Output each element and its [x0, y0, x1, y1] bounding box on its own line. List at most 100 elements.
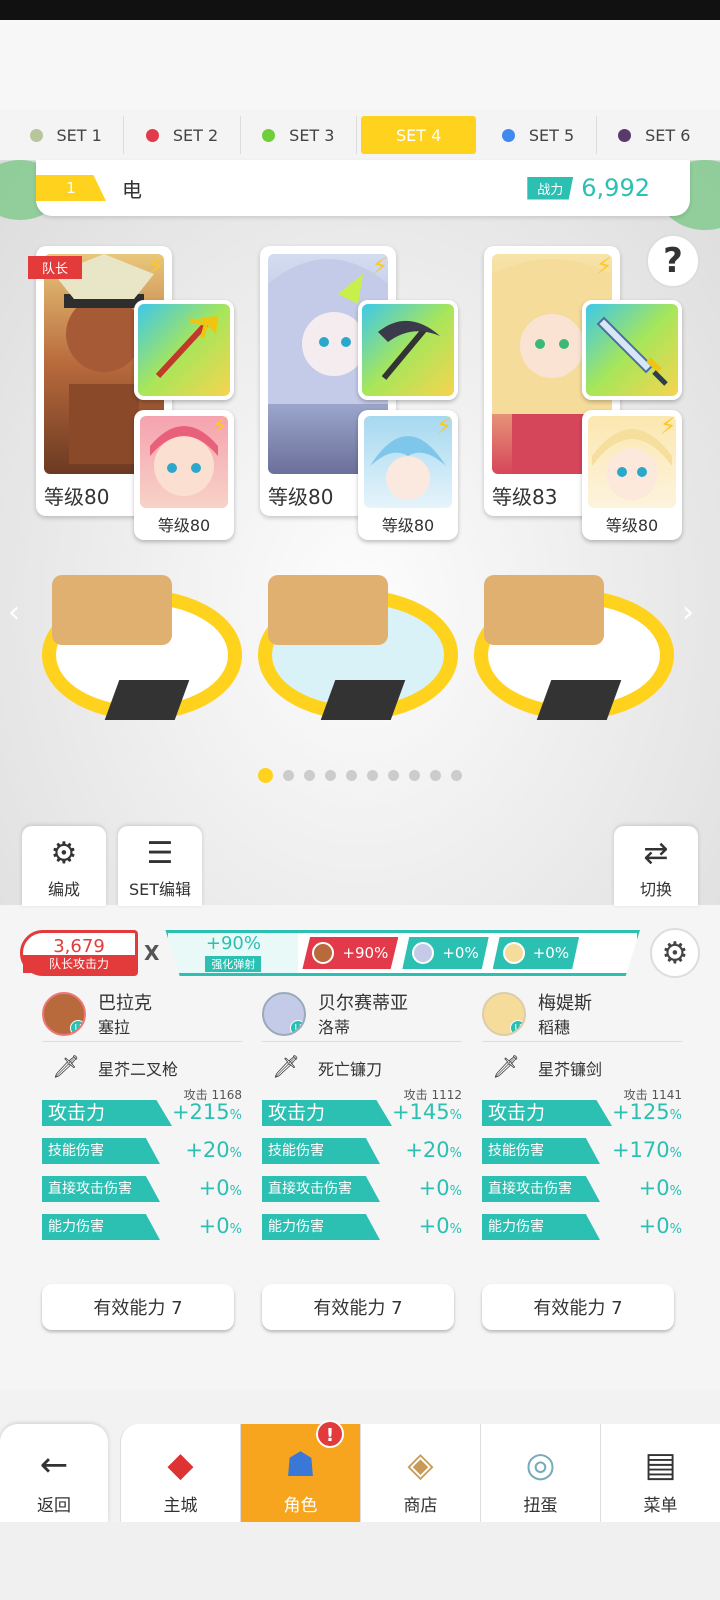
page-dot[interactable]	[409, 770, 420, 781]
avatar[interactable]: U	[262, 992, 306, 1036]
nav-city[interactable]: ◆ 主城	[120, 1424, 240, 1522]
support-level: 等级80	[157, 516, 211, 535]
weapon-name: 星芥二叉枪	[98, 1060, 179, 1079]
stat-row-attack: 攻击 1168 攻击力 +215%	[42, 1088, 242, 1130]
character-face-icon	[502, 942, 525, 964]
tab-set-3[interactable]: SET 3	[241, 116, 357, 154]
stat-row-ability: 能力伤害 +0%	[42, 1208, 242, 1244]
team-name[interactable]: 电	[122, 174, 142, 203]
stat-label: 攻击力	[482, 1100, 612, 1126]
nav-shop[interactable]: ◈ 商店	[360, 1424, 480, 1522]
effective-ability-button-2[interactable]: 有效能力 7	[262, 1284, 454, 1330]
column-header: U 梅媞斯 稻穗	[482, 992, 682, 1042]
page-dot[interactable]	[451, 770, 462, 781]
set-6-dot	[618, 128, 632, 142]
tab-set-2[interactable]: SET 2	[124, 116, 241, 154]
scythe-icon	[378, 320, 440, 380]
nav-character[interactable]: ! ☗ 角色	[240, 1420, 360, 1522]
set-3-dot	[262, 128, 276, 142]
tab-set-4[interactable]: SET 4	[360, 116, 477, 154]
boost-label: 强化弹射	[205, 956, 262, 972]
tab-set-4-label: SET 4	[395, 125, 442, 145]
weapon-row: 🗡 星芥镰剑	[482, 1052, 682, 1084]
effective-ability-button-3[interactable]: 有效能力 7	[482, 1284, 674, 1330]
lightning-icon: ⚡	[595, 252, 613, 280]
page-indicator	[0, 768, 720, 783]
stat-unit: %	[449, 1146, 462, 1161]
nav-character-label: 角色	[283, 1496, 318, 1516]
page-dot[interactable]	[430, 770, 441, 781]
system-bar	[0, 1522, 720, 1600]
tab-set-6[interactable]: SET 6	[597, 116, 712, 154]
stat-row-direct: 直接攻击伤害 +0%	[482, 1170, 682, 1206]
tab-set-5[interactable]: SET 5	[480, 116, 597, 154]
set-1-dot	[29, 128, 43, 142]
stat-number: +145	[391, 1100, 450, 1124]
stat-unit: %	[229, 1222, 242, 1237]
character-name: 梅媞斯	[538, 993, 592, 1014]
support-level: 等级80	[381, 516, 435, 535]
stat-value: +215%	[172, 1100, 242, 1124]
tab-set-1[interactable]: SET 1	[8, 116, 125, 154]
support-card-1[interactable]: ⚡ 等级80	[134, 410, 234, 540]
stat-label: 能力伤害	[482, 1214, 600, 1240]
stat-label: 技能伤害	[262, 1138, 380, 1164]
effective-ability-button-1[interactable]: 有效能力 7	[42, 1284, 234, 1330]
nav-menu[interactable]: ▤ 菜单	[600, 1424, 720, 1522]
weapon-icon: 🗡	[272, 1055, 300, 1080]
stat-row-attack: 攻击 1112 攻击力 +145%	[262, 1088, 462, 1130]
question-icon: ?	[663, 241, 683, 281]
prev-arrow-icon[interactable]: ‹	[8, 595, 38, 630]
stats-column-1: U 巴拉克 塞拉 🗡 星芥二叉枪 攻击 1168 攻击力 +215% 技能伤害 +…	[42, 992, 242, 1244]
team-power: 战力 6,992	[527, 174, 650, 202]
boost-main: +90% 强化弹射	[168, 933, 299, 973]
stat-value: +0%	[419, 1214, 462, 1238]
weapon-slot-3[interactable]	[582, 300, 682, 400]
nav-menu-label: 菜单	[643, 1496, 678, 1516]
weapon-slot-2[interactable]	[358, 300, 458, 400]
weapon-slot-1[interactable]	[134, 300, 234, 400]
back-label: 返回	[37, 1496, 71, 1516]
stat-label: 直接攻击伤害	[482, 1176, 600, 1202]
set-edit-button[interactable]: ☰ SET编辑	[118, 826, 202, 906]
avatar[interactable]: U	[482, 992, 526, 1036]
boost-value: +90%	[205, 933, 261, 954]
weapon-icon: 🗡	[52, 1055, 80, 1080]
leader-attack: 3,679 队长攻击力	[20, 930, 138, 976]
stat-row-skill: 技能伤害 +20%	[262, 1132, 462, 1168]
back-arrow-icon: ←	[39, 1445, 69, 1485]
page-dot[interactable]	[367, 770, 378, 781]
pixel-pillar	[52, 575, 172, 645]
stat-number: +0	[638, 1214, 670, 1238]
settings-button[interactable]: ⚙	[650, 928, 700, 978]
team-number: 1	[36, 175, 106, 201]
support-card-3[interactable]: ⚡ 等级80	[582, 410, 682, 540]
switch-button[interactable]: ⇄ 切换	[614, 826, 698, 906]
weapon-name: 星芥镰剑	[538, 1060, 603, 1079]
lightning-icon: ⚡	[371, 252, 389, 280]
avatar[interactable]: U	[42, 992, 86, 1036]
formation-button[interactable]: ⚙ 编成	[22, 826, 106, 906]
page-dot[interactable]	[346, 770, 357, 781]
page-dot[interactable]	[283, 770, 294, 781]
menu-list-icon: ▤	[644, 1445, 677, 1485]
stat-label: 直接攻击伤害	[42, 1176, 160, 1202]
page-dot[interactable]	[388, 770, 399, 781]
next-arrow-icon[interactable]: ›	[682, 595, 712, 630]
page-dot[interactable]	[325, 770, 336, 781]
support-card-2[interactable]: ⚡ 等级80	[358, 410, 458, 540]
stat-row-skill: 技能伤害 +170%	[482, 1132, 682, 1168]
page-dot[interactable]	[258, 768, 273, 783]
column-header: U 贝尔赛蒂亚 洛蒂	[262, 992, 462, 1042]
team-bar: 1 电 战力 6,992	[36, 160, 690, 216]
stat-label: 攻击力	[262, 1100, 392, 1126]
pedestal	[104, 680, 190, 720]
page-dot[interactable]	[304, 770, 315, 781]
stat-value: +125%	[612, 1100, 682, 1124]
help-button[interactable]: ?	[646, 234, 700, 288]
nav-gacha[interactable]: ◎ 扭蛋	[480, 1424, 600, 1522]
power-label: 战力	[527, 176, 574, 200]
character-face-icon	[312, 942, 335, 964]
back-button[interactable]: ← 返回	[0, 1424, 108, 1522]
tab-set-3-label: SET 3	[289, 125, 335, 145]
